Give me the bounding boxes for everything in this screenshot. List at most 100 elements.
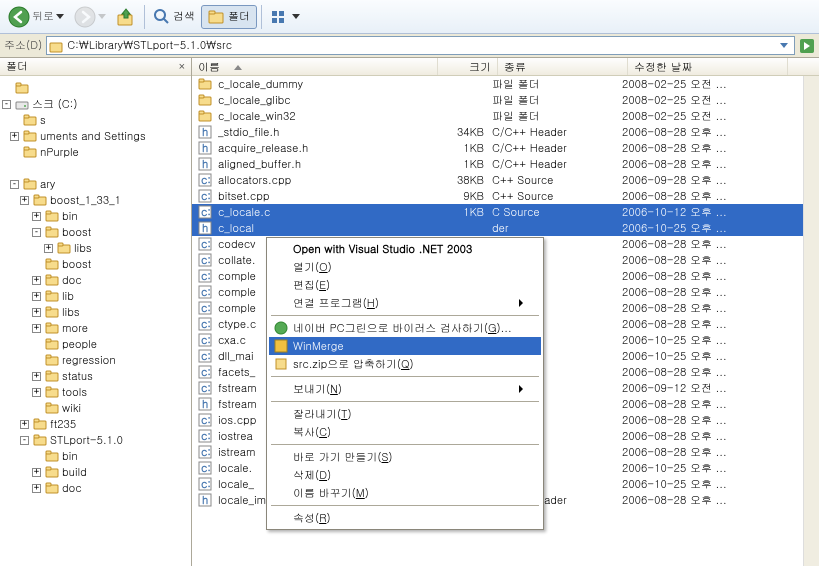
menu-item[interactable]: 네이버 PC그린으로 바이러스 검사하기(G)... (269, 319, 541, 337)
tree-item[interactable]: +uments and Settings (2, 128, 189, 144)
go-button[interactable] (799, 38, 815, 54)
tree-item[interactable]: + libs (2, 304, 189, 320)
menu-item[interactable]: 복사(C) (269, 423, 541, 441)
menu-item[interactable]: 보내기(N) (269, 380, 541, 398)
expand-toggle[interactable]: + (32, 468, 41, 477)
expand-toggle[interactable]: - (20, 436, 29, 445)
expand-toggle[interactable]: + (32, 324, 41, 333)
tree-item[interactable]: bin (2, 448, 189, 464)
menu-item[interactable]: src.zip으로 압축하기(Q) (269, 355, 541, 373)
tree-item[interactable]: -ary (2, 176, 189, 192)
tree-item[interactable]: +boost_1_33_1 (2, 192, 189, 208)
file-row[interactable]: haligned_buffer.h1KBC/C++ Header2006-08-… (192, 156, 819, 172)
expand-toggle[interactable]: + (44, 244, 53, 253)
tree-item[interactable]: +doc (2, 480, 189, 496)
views-button[interactable] (266, 7, 304, 27)
expand-toggle[interactable]: + (20, 420, 29, 429)
search-button[interactable]: 검색 (149, 6, 199, 28)
file-row[interactable]: c_locale_glibc파일 폴더2008-02-25 오전 ... (192, 92, 819, 108)
svg-text:c:: c: (201, 173, 211, 187)
tree-item[interactable]: -스크 (C:) (2, 96, 189, 112)
expand-toggle[interactable]: + (10, 132, 19, 141)
col-date[interactable]: 수정한 날짜 (628, 58, 788, 75)
file-row[interactable]: c:c_locale.c1KBC Source2006-10-12 오후 ... (192, 204, 819, 220)
svg-text:c:: c: (201, 349, 211, 363)
menu-item[interactable]: WinMerge (269, 337, 541, 355)
expand-toggle[interactable]: + (32, 308, 41, 317)
file-name: cxa.c (216, 333, 248, 348)
tree-item[interactable]: nPurple (2, 144, 189, 160)
expand-toggle[interactable]: + (32, 372, 41, 381)
tree-item[interactable]: -STLport-5.1.0 (2, 432, 189, 448)
tree-item[interactable]: +lib (2, 288, 189, 304)
file-row[interactable]: c:allocators.cpp38KBC++ Source2006-09-28… (192, 172, 819, 188)
file-date: 2006-08-28 오후 ... (622, 413, 782, 428)
folder-icon (23, 114, 37, 126)
menu-item[interactable]: 바로 가기 만들기(S) (269, 448, 541, 466)
menu-item-label: 삭제(D) (293, 468, 331, 483)
col-name[interactable]: 이름 (192, 58, 438, 75)
tree-item[interactable]: +doc (2, 272, 189, 288)
file-type: C++ Source (492, 189, 622, 204)
tree-item[interactable]: +bin (2, 208, 189, 224)
expand-toggle[interactable]: + (32, 212, 41, 221)
tree-item[interactable] (2, 80, 189, 96)
menu-item[interactable]: 삭제(D) (269, 466, 541, 484)
menu-item[interactable]: 잘라내기(T) (269, 405, 541, 423)
file-row[interactable]: c_locale_win32파일 폴더2008-02-25 오전 ... (192, 108, 819, 124)
tree-item[interactable]: +status (2, 368, 189, 384)
folder-tree[interactable]: -스크 (C:)s+uments and SettingsnPurple -ary… (0, 76, 191, 500)
tree-item[interactable]: wiki (2, 400, 189, 416)
expand-toggle[interactable]: - (10, 180, 19, 189)
file-row[interactable]: hacquire_release.h1KBC/C++ Header2006-08… (192, 140, 819, 156)
menu-item[interactable]: 열기(O) (269, 258, 541, 276)
file-row[interactable]: h_stdio_file.h34KBC/C++ Header2006-08-28… (192, 124, 819, 140)
tree-item[interactable]: +tools (2, 384, 189, 400)
tree-item[interactable]: regression (2, 352, 189, 368)
file-row[interactable]: c_locale_dummy파일 폴더2008-02-25 오전 ... (192, 76, 819, 92)
file-row[interactable]: c:bitset.cpp9KBC++ Source2006-08-28 오후 .… (192, 188, 819, 204)
tree-item[interactable]: + build (2, 464, 189, 480)
toolbar: 뒤로 검색 폴더 (0, 0, 819, 34)
tree-item[interactable]: people (2, 336, 189, 352)
expand-toggle[interactable]: + (32, 276, 41, 285)
tree-item[interactable]: boost (2, 256, 189, 272)
menu-item[interactable]: Open with Visual Studio .NET 2003 (269, 240, 541, 258)
menu-item[interactable]: 속성(R) (269, 509, 541, 527)
up-button[interactable] (112, 5, 140, 29)
col-type[interactable]: 종류 (498, 58, 628, 75)
tree-item[interactable]: +libs (2, 240, 189, 256)
tree-item[interactable]: +more (2, 320, 189, 336)
tree-item[interactable]: +ft235 (2, 416, 189, 432)
menu-item[interactable]: 이름 바꾸기(M) (269, 484, 541, 502)
address-dropdown[interactable] (776, 43, 792, 48)
expand-toggle[interactable]: - (2, 100, 11, 109)
close-tree-button[interactable]: × (179, 61, 185, 73)
tree-item[interactable]: s (2, 112, 189, 128)
file-name: collate. (216, 253, 258, 268)
file-row[interactable]: hc_localder2006-10-25 오후 ... (192, 220, 819, 236)
expand-toggle[interactable]: + (32, 484, 41, 493)
expand-toggle[interactable]: + (32, 388, 41, 397)
expand-toggle[interactable]: + (20, 196, 29, 205)
back-button[interactable]: 뒤로 (4, 4, 68, 30)
address-input[interactable]: C:\Library\STLport-5.1.0\src (46, 36, 795, 55)
vertical-scrollbar[interactable] (803, 76, 819, 566)
menu-separator (271, 376, 539, 377)
tree-item[interactable]: -boost (2, 224, 189, 240)
tree-item[interactable] (2, 160, 189, 176)
back-icon (8, 6, 30, 28)
folder-icon (45, 306, 59, 318)
folders-button[interactable]: 폴더 (201, 5, 257, 29)
svg-text:c:: c: (201, 477, 211, 491)
search-icon (153, 8, 171, 26)
tree-item-label: build (62, 465, 87, 480)
menu-item[interactable]: 연결 프로그램(H) (269, 294, 541, 312)
file-date: 2006-09-12 오전 ... (622, 381, 782, 396)
expand-toggle[interactable]: - (32, 228, 41, 237)
tree-item-label: libs (62, 305, 80, 320)
col-size[interactable]: 크기 (438, 58, 498, 75)
expand-toggle[interactable]: + (32, 292, 41, 301)
menu-item[interactable]: 편집(E) (269, 276, 541, 294)
tree-header-label: 폴더 (0, 59, 28, 74)
